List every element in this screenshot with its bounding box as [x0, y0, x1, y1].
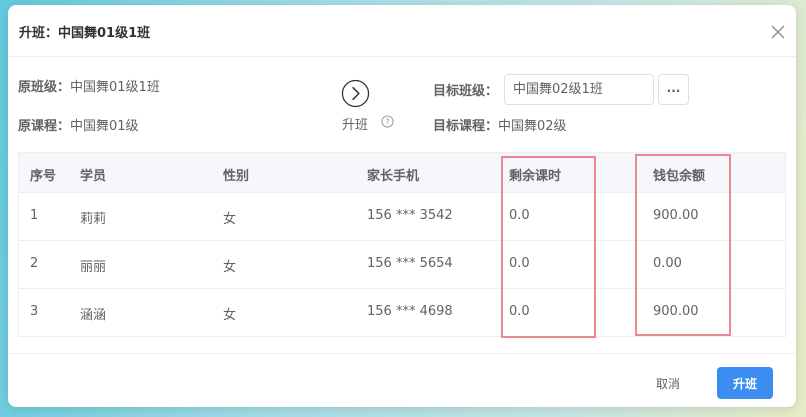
cell-student: 莉莉: [80, 212, 107, 227]
promote-label: 升班: [342, 118, 369, 133]
cell-remaining-hours: 0.0: [509, 304, 530, 319]
target-class-field[interactable]: 中国舞02级1班: [504, 74, 654, 105]
cancel-button[interactable]: 取消: [642, 367, 694, 399]
question-circle-icon[interactable]: ?: [381, 115, 394, 128]
target-course-row: 目标课程：中国舞02级: [433, 115, 567, 134]
cell-wallet-balance: 900.00: [653, 208, 699, 223]
dialog-footer: 取消 升班: [8, 353, 796, 407]
cell-index: 3: [30, 304, 39, 319]
promote-class-dialog: 升班：中国舞01级1班 原班级：中国舞01级1班 原课程：中国舞01级 升班 ?…: [8, 5, 796, 407]
svg-text:?: ?: [385, 117, 389, 127]
cell-student: 丽丽: [80, 260, 107, 275]
table-row: 2 丽丽 女 156 *** 5654 0.0 0.00: [19, 241, 785, 289]
cell-phone: 156 *** 4698: [367, 304, 453, 319]
dialog-title: 升班：中国舞01级1班: [19, 26, 151, 41]
dialog-header: 升班：中国舞01级1班: [8, 5, 796, 57]
confirm-promote-button[interactable]: 升班: [717, 367, 773, 399]
cell-remaining-hours: 0.0: [509, 256, 530, 271]
header-wallet-balance: 钱包余额: [653, 169, 706, 184]
cell-remaining-hours: 0.0: [509, 208, 530, 223]
header-index: 序号: [30, 169, 57, 184]
cell-index: 2: [30, 256, 39, 271]
header-gender: 性别: [223, 169, 250, 184]
cell-gender: 女: [223, 212, 237, 227]
cell-gender: 女: [223, 260, 237, 275]
select-class-button[interactable]: ...: [658, 74, 689, 105]
cell-student: 涵涵: [80, 308, 107, 323]
cell-gender: 女: [223, 308, 237, 323]
cell-wallet-balance: 900.00: [653, 304, 699, 319]
table-row: 1 莉莉 女 156 *** 3542 0.0 900.00: [19, 193, 785, 241]
header-phone: 家长手机: [367, 169, 420, 184]
table-header: 序号 学员 性别 家长手机 剩余课时 钱包余额: [19, 153, 785, 193]
orig-class-value: 中国舞01级1班: [70, 80, 160, 95]
target-course-label: 目标课程：: [433, 119, 499, 134]
student-table: 序号 学员 性别 家长手机 剩余课时 钱包余额 1 莉莉 女 156 *** 3…: [18, 152, 786, 337]
close-icon[interactable]: [770, 24, 786, 40]
orig-course-row: 原课程：中国舞01级: [18, 115, 139, 134]
cell-phone: 156 *** 5654: [367, 256, 453, 271]
orig-course-value: 中国舞01级: [70, 119, 139, 134]
orig-class-label: 原班级：: [18, 80, 71, 95]
arrow-right-circle-icon[interactable]: [341, 79, 370, 108]
cell-wallet-balance: 0.00: [653, 256, 682, 271]
header-remaining-hours: 剩余课时: [509, 169, 562, 184]
target-class-row: 目标班级：: [433, 80, 498, 99]
cell-phone: 156 *** 3542: [367, 208, 453, 223]
target-class-label: 目标班级：: [433, 84, 499, 99]
orig-class-row: 原班级：中国舞01级1班: [18, 76, 160, 95]
cell-index: 1: [30, 208, 39, 223]
orig-course-label: 原课程：: [18, 119, 71, 134]
header-student: 学员: [80, 169, 107, 184]
target-course-value: 中国舞02级: [498, 119, 567, 134]
table-row: 3 涵涵 女 156 *** 4698 0.0 900.00: [19, 289, 785, 337]
